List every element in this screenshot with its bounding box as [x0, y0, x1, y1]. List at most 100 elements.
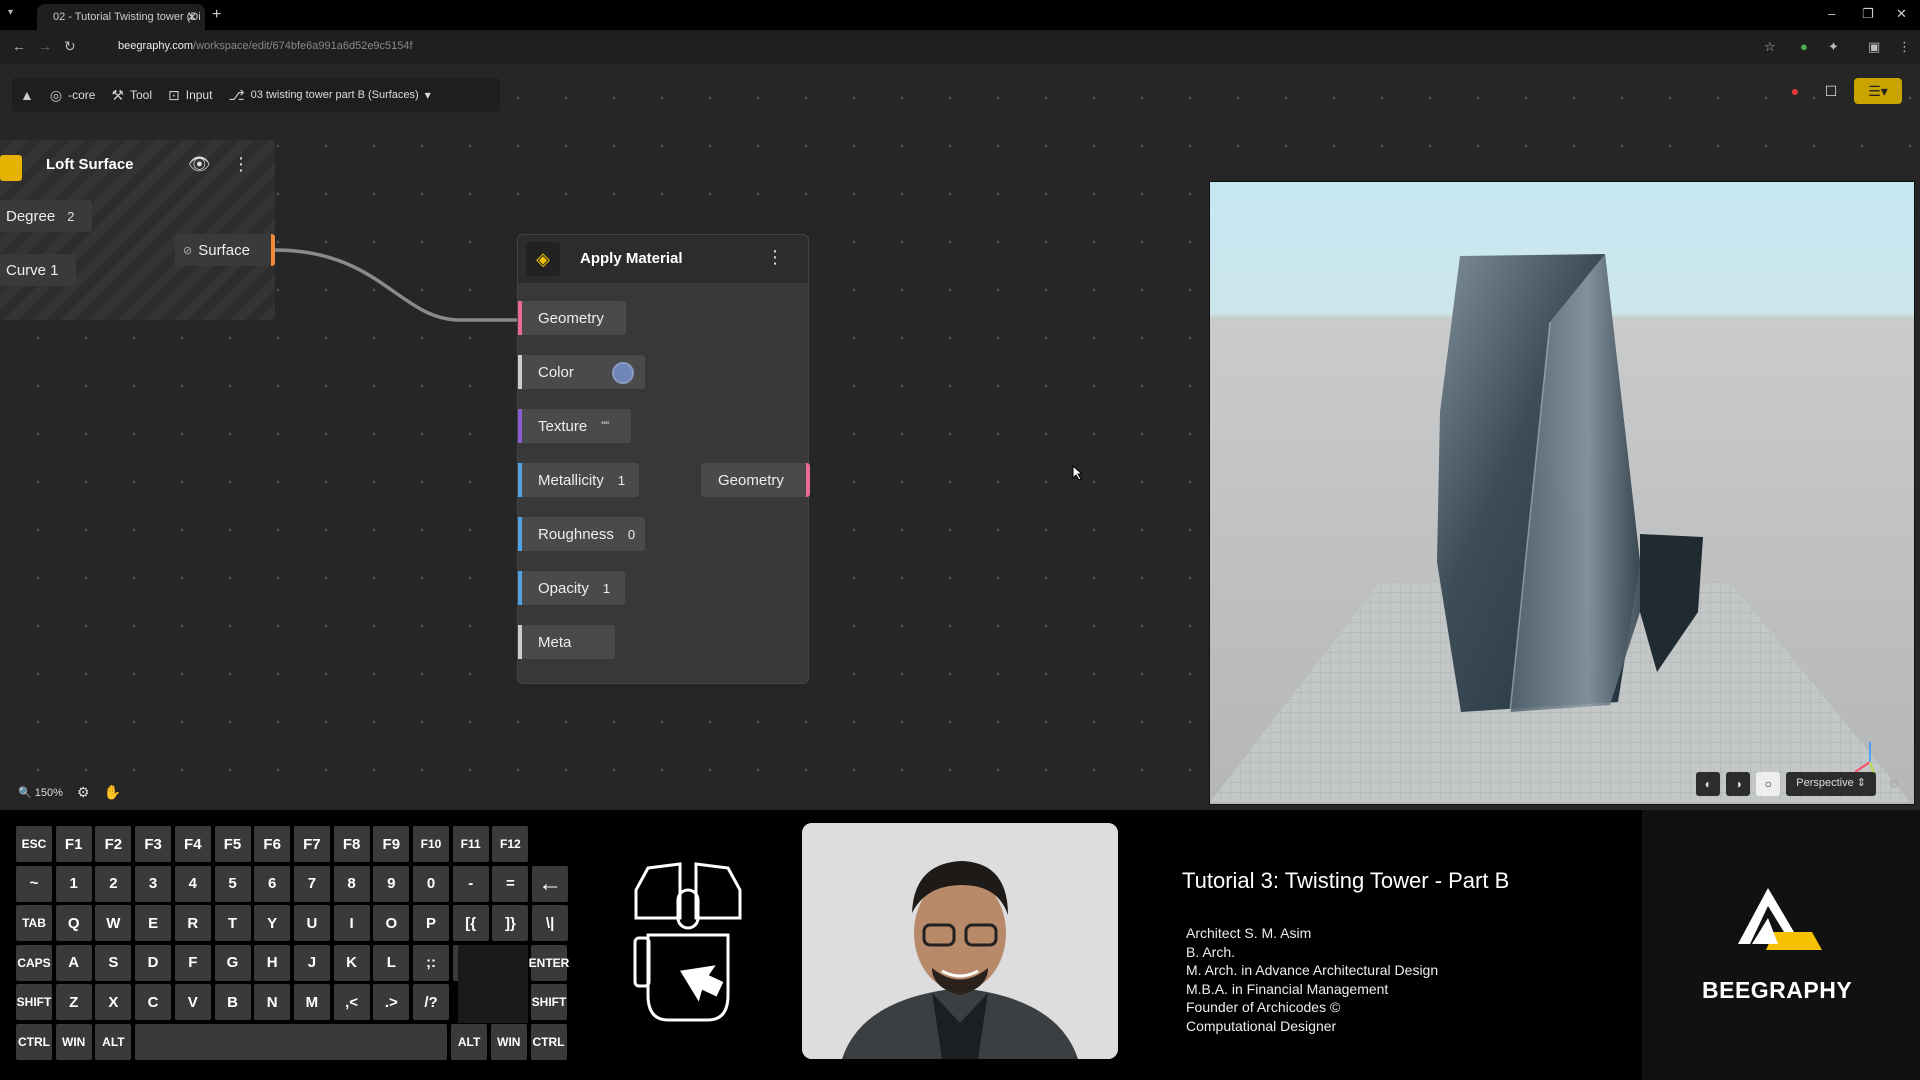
reload-icon[interactable]: ↻ — [64, 38, 76, 55]
hand-tool-icon[interactable]: ✋ — [103, 784, 120, 801]
input-value: 1 — [602, 580, 611, 596]
input-value: "" — [601, 420, 610, 432]
tab-list-icon[interactable]: ▾ — [8, 7, 13, 18]
bio-line: M. Arch. in Advance Architectural Design — [1186, 962, 1439, 978]
geometry-output[interactable]: Geometry — [701, 463, 810, 497]
key: U — [293, 905, 330, 942]
viewport-controls: ◐ ◑ ○ Perspective ⇕ ⚙ — [1696, 772, 1906, 796]
opacity-input[interactable]: Opacity 1 — [518, 571, 625, 605]
key: F9 — [373, 826, 410, 862]
extension-icon[interactable]: ● — [1800, 39, 1808, 54]
tower-model — [1210, 254, 1910, 802]
key: F7 — [293, 826, 330, 862]
browser-menu-icon[interactable]: ⋮ — [1898, 39, 1911, 55]
forward-icon[interactable]: → — [38, 38, 52, 54]
node-menu-icon[interactable]: ⋮ — [232, 154, 250, 175]
input-value: 0 — [627, 526, 636, 542]
viewport-settings-icon[interactable]: ⚙ — [1882, 772, 1906, 796]
back-icon[interactable]: ← — [12, 38, 26, 54]
key: F — [174, 944, 211, 981]
key: CTRL — [530, 1024, 567, 1060]
key: 2 — [95, 865, 132, 902]
key: 6 — [254, 865, 291, 902]
key: W — [95, 905, 132, 942]
close-window-icon[interactable]: ✕ — [1896, 6, 1907, 22]
color-input[interactable]: Color — [518, 355, 645, 389]
key: L — [373, 944, 410, 981]
apply-node-header: ◈ Apply Material ⋮ — [518, 235, 808, 283]
key: \| — [532, 905, 569, 942]
url-path: /workspace/edit/674bfe6a991a6d52e9c5154f — [193, 40, 413, 52]
shading-material-icon[interactable]: ◑ — [1726, 772, 1751, 796]
key: B — [214, 984, 251, 1021]
camera-select[interactable]: Perspective ⇕ — [1786, 772, 1876, 796]
curve-input[interactable]: Curve 1 — [0, 254, 76, 286]
webcam-feed — [802, 823, 1118, 1059]
degree-input[interactable]: Degree 2 — [0, 200, 92, 232]
close-tab-icon[interactable]: ✕ — [187, 10, 197, 24]
zoom-control[interactable]: 🔍 150% — [18, 786, 63, 799]
geometry-output-label: Geometry — [718, 471, 784, 489]
mouse-diagram-icon — [633, 862, 742, 1022]
3d-viewport[interactable]: ◐ ◑ ○ Perspective ⇕ ⚙ — [1209, 181, 1915, 805]
presenter-image — [802, 823, 1118, 1059]
canvas-settings-icon[interactable]: ⚙ — [77, 784, 90, 801]
key: E — [135, 905, 172, 942]
meta-input[interactable]: Meta — [518, 625, 615, 659]
zoom-icon: 🔍 — [18, 787, 32, 799]
roughness-input[interactable]: Roughness 0 — [518, 517, 645, 551]
minimize-icon[interactable]: – — [1828, 6, 1835, 21]
input-label: Color — [538, 363, 574, 381]
key: K — [333, 944, 370, 981]
key: ]} — [492, 905, 529, 942]
browser-tab[interactable]: 02 - Tutorial Twisting tower (Di ✕ — [37, 4, 205, 30]
key: A — [55, 944, 92, 981]
node-canvas[interactable]: ▲ ◎ -core ⚒ Tool ⊡ Input ⎇ 03 twisting tower… — [0, 64, 1920, 810]
key: F6 — [254, 826, 291, 862]
bookmark-star-icon[interactable]: ☆ — [1764, 39, 1776, 55]
key: F5 — [214, 826, 251, 862]
key: SHIFT — [531, 984, 567, 1021]
metallicity-input[interactable]: Metallicity 1 — [518, 463, 639, 497]
key: V — [174, 984, 211, 1021]
key: Y — [254, 905, 291, 942]
keyboard-filler — [458, 944, 528, 1023]
mouse-cursor — [1072, 465, 1084, 481]
degree-value: 2 — [67, 208, 75, 224]
key: F12 — [492, 826, 529, 862]
geometry-input[interactable]: Geometry — [518, 301, 626, 335]
key: 5 — [214, 865, 251, 902]
key: I — [333, 905, 370, 942]
hidden-eye-icon: ⊘ — [183, 244, 193, 257]
apply-material-node[interactable]: ◈ Apply Material ⋮ Geometry Color Textur… — [517, 234, 810, 684]
url-field[interactable]: beegraphy.com/workspace/edit/674bfe6a991… — [96, 36, 1786, 58]
eye-icon[interactable]: 👁 — [188, 154, 211, 175]
input-label: Meta — [538, 633, 572, 651]
input-label: Metallicity — [538, 471, 604, 489]
new-tab-icon[interactable]: + — [212, 6, 221, 24]
key: CTRL — [16, 1024, 52, 1060]
loft-surface-node[interactable]: Loft Surface 👁 ⋮ Degree 2 Curve 1 ⊘ Surf… — [0, 140, 275, 320]
extensions-puzzle-icon[interactable]: ✦ — [1828, 39, 1839, 55]
color-swatch[interactable] — [612, 362, 634, 384]
key: G — [214, 944, 251, 981]
bio-line: Computational Designer — [1186, 1017, 1337, 1034]
restore-icon[interactable]: ❐ — [1862, 6, 1874, 22]
key: ALT — [95, 1024, 132, 1060]
shading-solid-icon[interactable]: ◐ — [1696, 772, 1721, 796]
key: S — [95, 944, 132, 981]
profile-icon[interactable]: ▣ — [1868, 39, 1880, 55]
key: P — [413, 905, 449, 942]
input-label: Texture — [538, 417, 588, 435]
key: 0 — [413, 865, 449, 902]
brand-name: BEEGRAPHY — [1702, 977, 1853, 1003]
key: WIN — [490, 1024, 527, 1060]
key: ← — [532, 865, 569, 902]
input-value: 1 — [617, 472, 626, 488]
space-key — [135, 1024, 448, 1060]
key: F11 — [452, 826, 489, 862]
apply-node-menu-icon[interactable]: ⋮ — [766, 247, 784, 268]
texture-input[interactable]: Texture "" — [518, 409, 631, 443]
shading-rendered-icon[interactable]: ○ — [1756, 772, 1781, 796]
surface-output[interactable]: ⊘ Surface — [175, 234, 275, 266]
